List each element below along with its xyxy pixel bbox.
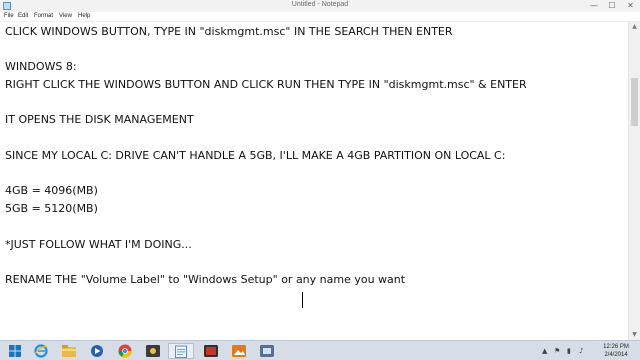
clock-time: 12:26 PM <box>603 344 629 350</box>
minimize-button[interactable]: — <box>585 0 603 12</box>
action-center-flag-icon[interactable]: ⚑ <box>554 345 560 357</box>
windows-start-icon[interactable] <box>2 343 28 359</box>
tray-overflow-icon[interactable]: ▲ <box>542 345 547 357</box>
text-line: IT OPENS THE DISK MANAGEMENT <box>5 113 194 126</box>
network-icon[interactable]: ▮ <box>567 345 571 357</box>
text-caret <box>302 292 303 308</box>
clock-date: 2/4/2014 <box>604 352 628 358</box>
text-line: SINCE MY LOCAL C: DRIVE CAN'T HANDLE A 5… <box>5 149 506 162</box>
scroll-up-arrow-icon[interactable]: ▲ <box>629 22 640 32</box>
taskbar: ▲ ⚑ ▮ ♪ 12:26 PM 2/4/2014 <box>0 340 640 360</box>
internet-explorer-icon[interactable] <box>28 343 54 359</box>
system-tray: ▲ ⚑ ▮ ♪ <box>540 345 592 357</box>
menu-help[interactable]: Help <box>78 13 90 20</box>
video-tool-icon[interactable] <box>140 343 166 359</box>
file-explorer-icon[interactable] <box>56 343 82 359</box>
text-line: WINDOWS 8: <box>5 60 77 73</box>
text-line: 5GB = 5120(MB) <box>5 202 98 215</box>
chrome-icon[interactable] <box>112 343 138 359</box>
notepad-icon[interactable] <box>168 343 194 359</box>
menu-format[interactable]: Format <box>34 13 53 20</box>
text-line: CLICK WINDOWS BUTTON, TYPE IN "diskmgmt.… <box>5 25 453 38</box>
menu-bar: File Edit Format View Help <box>0 12 640 22</box>
menu-edit[interactable]: Edit <box>18 13 28 20</box>
text-line: RIGHT CLICK THE WINDOWS BUTTON AND CLICK… <box>5 78 527 91</box>
notepad-window: Untitled - Notepad — ☐ ✕ File Edit Forma… <box>0 0 640 340</box>
window-title: Untitled - Notepad <box>291 1 349 8</box>
scrollbar-thumb[interactable] <box>631 78 638 126</box>
image-app-icon[interactable] <box>226 343 252 359</box>
maximize-button[interactable]: ☐ <box>603 0 621 12</box>
text-editor-area[interactable]: CLICK WINDOWS BUTTON, TYPE IN "diskmgmt.… <box>0 22 628 340</box>
setup-app-icon[interactable] <box>254 343 280 359</box>
menu-file[interactable]: File <box>4 13 14 20</box>
vertical-scrollbar[interactable]: ▲ ▼ <box>628 22 640 340</box>
text-line: 4GB = 4096(MB) <box>5 184 98 197</box>
media-app-icon[interactable] <box>198 343 224 359</box>
text-line: *JUST FOLLOW WHAT I'M DOING... <box>5 238 192 251</box>
text-line: RENAME THE "Volume Label" to "Windows Se… <box>5 273 406 286</box>
windows-media-player-icon[interactable] <box>84 343 110 359</box>
scroll-down-arrow-icon[interactable]: ▼ <box>629 330 640 340</box>
close-button[interactable]: ✕ <box>621 0 640 12</box>
taskbar-clock[interactable]: 12:26 PM 2/4/2014 <box>594 343 638 359</box>
menu-view[interactable]: View <box>59 13 72 20</box>
volume-icon[interactable]: ♪ <box>579 345 583 357</box>
